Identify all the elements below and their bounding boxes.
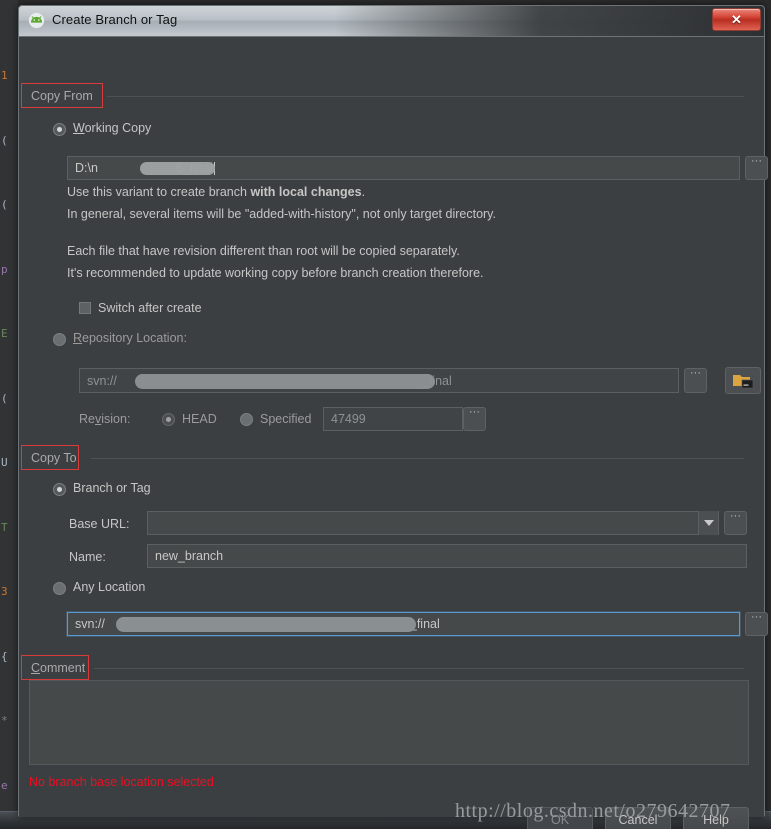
label-revision-rest: ision: [101, 412, 131, 426]
radio-revision-head[interactable] [162, 413, 175, 426]
redaction-smudge [116, 617, 416, 632]
description-line-4: It's recommended to update working copy … [67, 266, 484, 280]
dialog-title: Create Branch or Tag [52, 12, 178, 27]
copy-from-rule [107, 96, 744, 97]
any-location-browse-button[interactable]: ··· [745, 612, 768, 636]
working-copy-path-value: D:\n [75, 161, 98, 175]
cancel-button[interactable]: Cancel [605, 807, 671, 829]
android-studio-icon [28, 12, 45, 29]
radio-any-location[interactable] [53, 582, 66, 595]
screen: 1 ( ( p E ( U T 3 { * e p t R r H ( ( [0, 0, 771, 829]
redaction-smudge [140, 162, 215, 175]
revision-browse-button[interactable]: ··· [463, 407, 486, 431]
repository-browse-folder-button[interactable] [725, 367, 761, 394]
editor-code-strip: 1 ( ( p E ( U T 3 { * e p t R r H ( ( [1, 69, 8, 792]
repository-url-browse-button[interactable]: ··· [684, 368, 707, 393]
working-copy-path-input[interactable]: D:\n6_final [67, 156, 740, 180]
repository-url-input[interactable]: svn://_final [79, 368, 679, 393]
label-name: Name: [69, 550, 106, 564]
desc-1a: Use this variant to create branch [67, 185, 251, 199]
description-line-2: In general, several items will be "added… [67, 207, 496, 221]
copy-from-group-label: Copy From [31, 89, 93, 103]
close-button[interactable]: ✕ [712, 8, 761, 31]
label-repository-location: Repository Location: [73, 331, 187, 345]
desc-1c: . [361, 185, 366, 199]
any-location-url-prefix: svn:// [75, 617, 105, 631]
comment-label-rest: omment [40, 661, 86, 675]
label-revision-specified: Specified [260, 412, 312, 426]
label-working-copy-rest: orking Copy [84, 121, 152, 135]
dialog-titlebar[interactable]: Create Branch or Tag ✕ [19, 6, 764, 37]
create-branch-dialog: Create Branch or Tag ✕ Copy From Working… [18, 5, 768, 829]
label-repository-location-mnemonic: R [73, 331, 83, 345]
label-revision-head: HEAD [182, 412, 217, 426]
dialog-body: Copy From Working Copy D:\n6_final ··· U… [19, 37, 768, 829]
copy-to-group-label: Copy To [31, 451, 77, 465]
comment-label-mnemonic: C [31, 661, 41, 675]
label-any-location: Any Location [73, 580, 146, 594]
working-copy-browse-button[interactable]: ··· [745, 156, 768, 180]
base-url-combo-input[interactable] [147, 511, 719, 535]
redaction-smudge [135, 374, 435, 389]
checkbox-switch-after-create[interactable] [79, 302, 91, 314]
comment-textarea[interactable] [29, 680, 749, 765]
any-location-url-input[interactable]: svn://_final [67, 612, 740, 636]
branch-name-input[interactable]: new_branch [147, 544, 747, 568]
label-repository-location-rest: epository Location: [82, 331, 187, 345]
desc-1b: with local changes [250, 185, 362, 199]
radio-branch-or-tag[interactable] [53, 483, 66, 496]
repository-url-prefix: svn:// [87, 373, 117, 388]
folder-browse-icon [733, 375, 754, 389]
radio-working-copy[interactable] [53, 123, 66, 136]
radio-revision-specified[interactable] [240, 413, 253, 426]
help-button[interactable]: Help [683, 807, 749, 829]
base-url-dropdown-button[interactable] [698, 511, 718, 535]
comment-rule [94, 668, 744, 669]
radio-repository-location[interactable] [53, 333, 66, 346]
label-switch-after-create: Switch after create [98, 301, 202, 315]
label-working-copy: Working Copy [73, 121, 151, 135]
label-branch-or-tag: Branch or Tag [73, 481, 151, 495]
comment-group-label: Comment [31, 661, 85, 675]
revision-number-input[interactable]: 47499 [323, 407, 463, 431]
copy-to-rule [91, 458, 744, 459]
ok-button[interactable]: OK [527, 807, 593, 829]
titlebar-gradient [334, 6, 764, 36]
chevron-down-icon [703, 520, 714, 526]
label-revision-prefix: Re [79, 412, 95, 426]
description-line-1: Use this variant to create branch with l… [67, 185, 365, 199]
close-icon: ✕ [731, 11, 742, 27]
label-working-copy-mnemonic: W [73, 121, 85, 135]
error-message: No branch base location selected [29, 775, 214, 789]
label-revision: Revision: [79, 412, 130, 426]
base-url-browse-button[interactable]: ··· [724, 511, 747, 535]
description-line-3: Each file that have revision different t… [67, 244, 460, 258]
label-base-url: Base URL: [69, 517, 130, 531]
